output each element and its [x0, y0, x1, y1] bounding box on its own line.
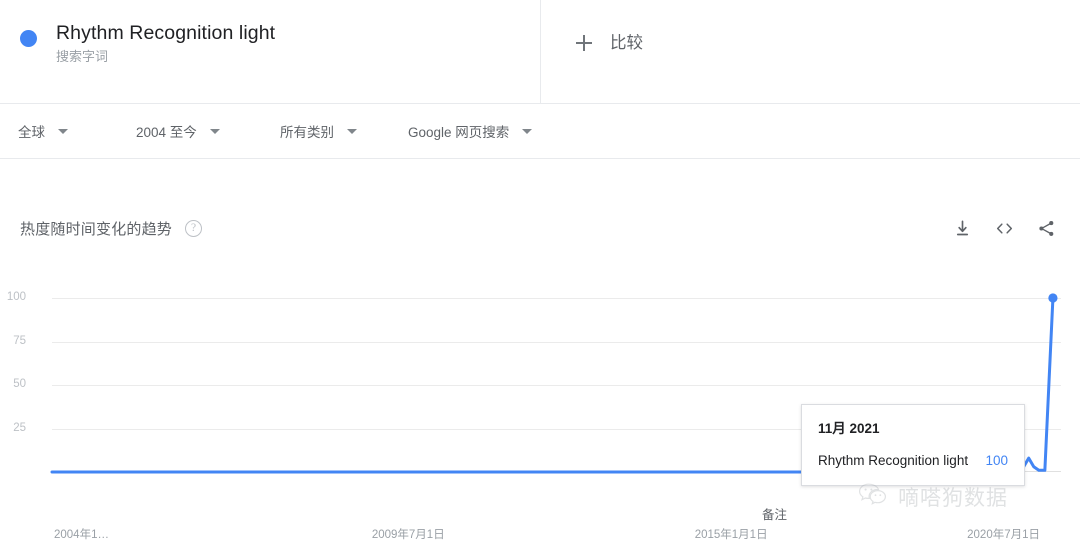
x-axis-tick-label: 2009年7月1日 — [372, 526, 445, 542]
chevron-down-icon — [522, 129, 532, 134]
search-term-texts: Rhythm Recognition light 搜索字词 — [56, 16, 275, 67]
series-color-dot — [20, 30, 37, 47]
share-icon[interactable] — [1032, 214, 1060, 242]
chart-title: 热度随时间变化的趋势 — [20, 218, 172, 239]
filter-bar: 全球 2004 至今 所有类别 Google 网页搜索 — [0, 104, 1080, 159]
compare-label: 比较 — [610, 32, 643, 54]
chart-header: 热度随时间变化的趋势 ? — [0, 197, 1080, 259]
filter-location[interactable]: 全球 — [18, 121, 136, 141]
help-icon[interactable]: ? — [185, 220, 202, 237]
chevron-down-icon — [347, 129, 357, 134]
y-axis-tick-label: 100 — [0, 291, 26, 303]
download-icon[interactable] — [948, 214, 976, 242]
tooltip-series-name: Rhythm Recognition light — [818, 453, 985, 468]
search-term-card[interactable]: Rhythm Recognition light 搜索字词 — [0, 0, 541, 103]
x-axis-tick-label: 2015年1月1日 — [695, 526, 768, 542]
y-axis-tick-label: 50 — [0, 378, 26, 390]
x-axis-tick-label: 2004年1… — [54, 526, 109, 542]
y-axis-tick-label: 75 — [0, 335, 26, 347]
chevron-down-icon — [58, 129, 68, 134]
tooltip-series-row: Rhythm Recognition light 100 — [818, 453, 1008, 468]
search-term-bar: Rhythm Recognition light 搜索字词 比较 — [0, 0, 1080, 104]
filter-time-range-label: 2004 至今 — [136, 121, 197, 141]
embed-code-icon[interactable] — [990, 214, 1018, 242]
plus-icon — [576, 35, 592, 51]
filter-location-label: 全球 — [18, 121, 45, 141]
filter-search-type[interactable]: Google 网页搜索 — [408, 121, 588, 141]
tooltip-date: 11月 2021 — [818, 420, 1008, 438]
filter-category-label: 所有类别 — [280, 121, 334, 141]
filter-search-type-label: Google 网页搜索 — [408, 121, 509, 141]
filter-time-range[interactable]: 2004 至今 — [136, 121, 280, 141]
x-axis-tick-label: 2020年7月1日 — [967, 526, 1040, 542]
highlighted-data-point[interactable] — [1048, 293, 1057, 302]
notes-label[interactable]: 备注 — [762, 504, 787, 523]
chevron-down-icon — [210, 129, 220, 134]
filter-category[interactable]: 所有类别 — [280, 121, 408, 141]
search-term-subtitle: 搜索字词 — [56, 47, 275, 67]
chart-tooltip: 11月 2021 Rhythm Recognition light 100 — [801, 404, 1025, 486]
add-comparison-button[interactable]: 比较 — [541, 0, 1080, 103]
y-axis-tick-label: 25 — [0, 422, 26, 434]
tooltip-series-value: 100 — [985, 453, 1008, 468]
search-term-title: Rhythm Recognition light — [56, 20, 275, 46]
